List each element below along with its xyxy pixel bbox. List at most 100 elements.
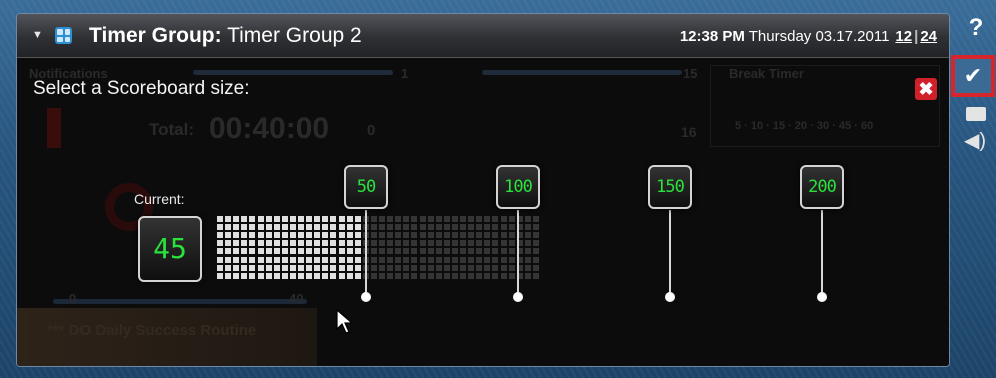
grid-cell-filled — [289, 232, 296, 239]
grid-cell-empty — [460, 256, 466, 263]
grid-cell-filled — [241, 240, 248, 247]
grid-cell-filled — [314, 240, 321, 247]
grid-cell-empty — [532, 216, 539, 222]
grid-cell-empty — [500, 264, 507, 271]
grid-cell-empty — [468, 224, 475, 231]
grid-cell-empty — [443, 224, 450, 231]
grid-cell-empty — [443, 256, 450, 263]
grid-cell-empty — [443, 264, 450, 271]
grid-cell-empty — [419, 264, 426, 271]
grid-cell-empty — [370, 240, 377, 247]
grid-cell-filled — [322, 216, 329, 222]
option-knob-200 — [817, 292, 827, 302]
grid-cell-filled — [289, 272, 296, 279]
close-button[interactable]: ✖ — [915, 78, 937, 100]
grid-cell-filled — [354, 264, 361, 271]
bg-num-15: 15 — [683, 66, 698, 81]
grid-cell-empty — [435, 256, 442, 263]
help-icon[interactable]: ? — [962, 14, 990, 42]
size-option-150-button[interactable]: 150 — [648, 165, 692, 209]
grid-cell-empty — [484, 256, 491, 263]
grid-cell-filled — [273, 224, 280, 231]
grid-cell-filled — [354, 216, 361, 222]
grid-cell-filled — [289, 248, 296, 255]
grid-cell-filled — [249, 272, 256, 279]
grid-cell-empty — [403, 232, 410, 239]
grid-cell-filled — [265, 224, 272, 231]
grid-cell-filled — [257, 240, 264, 247]
grid-cell-empty — [370, 232, 377, 239]
grid-cell-filled — [298, 216, 304, 222]
grid-cell-filled — [330, 272, 337, 279]
grid-cell-empty — [492, 264, 499, 271]
checkmark-button[interactable]: ✔ — [951, 55, 995, 97]
grid-cell-filled — [257, 272, 264, 279]
grid-cell-filled — [298, 248, 304, 255]
grid-cell-filled — [346, 224, 353, 231]
grid-cell-filled — [330, 224, 337, 231]
grid-cell-filled — [289, 216, 296, 222]
size-option-100-button[interactable]: 100 — [496, 165, 540, 209]
grid-cell-empty — [476, 224, 483, 231]
grid-cell-filled — [314, 216, 321, 222]
format-24-link[interactable]: 24 — [920, 28, 937, 45]
grid-cell-empty — [427, 216, 434, 222]
grid-cell-filled — [281, 256, 288, 263]
grid-cell-filled — [306, 256, 313, 263]
timer-group-window: ▼ Timer Group: Timer Group 2 12:38 PM Th… — [16, 13, 950, 367]
grid-cell-filled — [289, 240, 296, 247]
grid-cell-filled — [241, 272, 248, 279]
grid-cell-filled — [273, 232, 280, 239]
grid-cell-filled — [265, 240, 272, 247]
grid-cell-filled — [298, 240, 304, 247]
grid-cell-empty — [468, 232, 475, 239]
current-size-display: 45 — [138, 216, 202, 282]
grid-cell-empty — [500, 224, 507, 231]
grid-cell-filled — [257, 216, 264, 222]
dialog-title: Select a Scoreboard size: — [33, 78, 250, 99]
bg-slider-3 — [53, 299, 307, 304]
grid-cell-filled — [273, 272, 280, 279]
grid-cell-empty — [492, 248, 499, 255]
grid-cell-empty — [403, 248, 410, 255]
grid-cell-empty — [419, 256, 426, 263]
grid-cell-empty — [460, 272, 466, 279]
grid-cell-filled — [346, 248, 353, 255]
bg-slider-1 — [193, 70, 393, 75]
size-option-50-button[interactable]: 50 — [344, 165, 388, 209]
size-option-200-button[interactable]: 200 — [800, 165, 844, 209]
grid-cell-empty — [500, 272, 507, 279]
grid-cell-empty — [387, 216, 394, 222]
grid-cell-filled — [217, 224, 223, 231]
grid-cell-empty — [524, 256, 531, 263]
grid-cell-filled — [298, 224, 304, 231]
clock-time: 12:38 PM — [679, 28, 745, 45]
grid-cell-filled — [265, 256, 272, 263]
collapse-arrow-icon[interactable]: ▼ — [32, 29, 43, 41]
grid-cell-empty — [379, 240, 385, 247]
grid-cell-filled — [217, 216, 223, 222]
grid-cell-filled — [338, 256, 345, 263]
grid-cell-filled — [346, 272, 353, 279]
grid-cell-empty — [476, 272, 483, 279]
speaker-icon[interactable]: ◀) — [964, 128, 986, 153]
grid-cell-empty — [379, 264, 385, 271]
format-12-link[interactable]: 12 — [895, 28, 912, 45]
grid-cell-filled — [281, 272, 288, 279]
notepad-icon[interactable] — [966, 107, 986, 121]
grid-cell-empty — [451, 264, 458, 271]
grid-cell-empty — [427, 232, 434, 239]
grid-cell-filled — [217, 248, 223, 255]
clock: 12:38 PM Thursday 03.17.2011 12 | 24 — [680, 28, 937, 45]
bg-break-options: 5 · 10 · 15 · 20 · 30 · 45 · 60 — [735, 120, 874, 132]
grid-cell-filled — [281, 232, 288, 239]
bg-num-16: 16 — [681, 124, 697, 140]
grid-cell-empty — [484, 272, 491, 279]
grid-cell-filled — [346, 264, 353, 271]
grid-cell-filled — [306, 232, 313, 239]
grid-cell-filled — [314, 224, 321, 231]
title-prefix: Timer Group: — [89, 24, 222, 47]
grid-cell-empty — [476, 256, 483, 263]
grid-cell-empty — [379, 224, 385, 231]
grid-cell-empty — [492, 272, 499, 279]
